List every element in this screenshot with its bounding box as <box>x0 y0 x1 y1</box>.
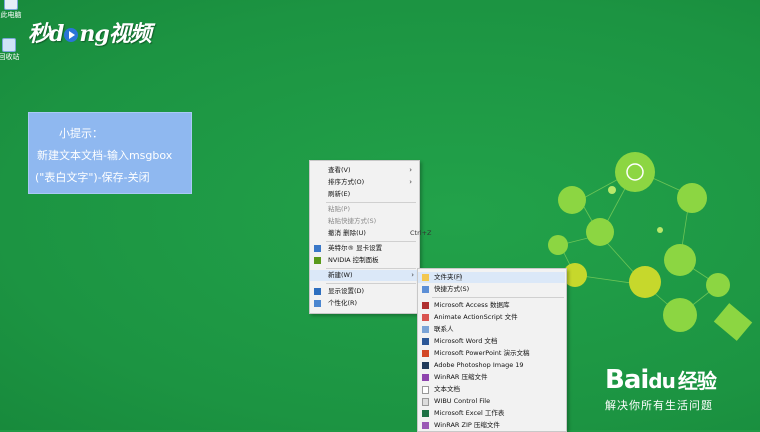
desktop-background[interactable]: 此电脑 回收站 秒d ng视频 小提示： 新建文本文档-输入msgbox ("表白… <box>0 0 760 432</box>
chevron-right-icon: › <box>411 271 414 279</box>
paw-icon: du <box>648 369 676 393</box>
bulb-node <box>629 266 661 298</box>
tip-line-1: 新建文本文档-输入msgbox <box>37 149 173 162</box>
bulb-node <box>677 183 707 213</box>
lightbulb-illustration <box>548 152 753 341</box>
menu-item-view[interactable]: 查看(V) › <box>328 165 416 176</box>
tip-line-2: ("表白文字")-保存-关闭 <box>35 171 150 184</box>
watermark-text: 视频 <box>108 21 152 47</box>
excel-icon <box>422 410 429 417</box>
nvidia-icon <box>314 257 321 264</box>
bulb-node <box>615 152 655 192</box>
desktop-context-menu: 查看(V) › 排序方式(O) › 刷新(E) 粘贴(P) 粘贴快捷方式(S) 撤消… <box>309 160 431 314</box>
display-settings-icon <box>314 288 321 295</box>
submenu-item-word[interactable]: Microsoft Word 文档 <box>418 336 565 347</box>
folder-icon <box>422 274 429 281</box>
wibu-icon <box>422 398 429 406</box>
menu-item-nvidia[interactable]: NVIDIA 控制面板 <box>310 255 418 266</box>
menu-separator <box>326 268 416 269</box>
submenu-item-text-document[interactable]: 文本文档 <box>418 384 565 395</box>
desktop-icon-label: 此电脑 <box>0 11 22 19</box>
desktop-icon-this-pc[interactable]: 此电脑 <box>0 0 28 19</box>
menu-separator <box>326 283 416 284</box>
access-icon <box>422 302 429 309</box>
submenu-item-folder[interactable]: 文件夹(F) <box>418 272 565 283</box>
personalize-icon <box>314 300 321 307</box>
recycle-bin-icon <box>2 38 16 52</box>
submenu-item-access[interactable]: Microsoft Access 数据库 <box>418 300 565 311</box>
desktop-icon-recycle-bin[interactable]: 回收站 <box>0 38 26 61</box>
winrar-icon <box>422 374 429 381</box>
menu-separator <box>432 297 564 298</box>
winrar-zip-icon <box>422 422 429 429</box>
video-watermark-logo: 秒d ng视频 <box>28 16 152 48</box>
bulb-node <box>558 186 586 214</box>
bulb-base <box>713 303 753 341</box>
submenu-item-shortcut[interactable]: 快捷方式(S) <box>418 284 565 295</box>
menu-item-undo-delete[interactable]: 撤消 删除(U) Ctrl+Z <box>328 228 431 239</box>
mouse-cursor-icon: ☝ <box>456 273 463 284</box>
tip-box: 小提示： 新建文本文档-输入msgbox ("表白文字")-保存-关闭 <box>28 112 192 194</box>
shortcut-icon <box>422 286 429 293</box>
bulb-node <box>548 235 568 255</box>
submenu-item-photoshop[interactable]: Adobe Photoshop Image 19 <box>418 360 565 371</box>
menu-item-intel-graphics[interactable]: 英特尔® 显卡设置 <box>310 243 418 254</box>
menu-item-display-settings[interactable]: 显示设置(D) <box>310 286 418 297</box>
text-document-icon <box>422 386 429 394</box>
chevron-right-icon: › <box>409 178 412 186</box>
play-icon <box>64 28 79 42</box>
submenu-item-winrar-zip[interactable]: WinRAR ZIP 压缩文件 <box>418 420 565 431</box>
shortcut-text: Ctrl+Z <box>410 229 432 237</box>
watermark-text: ng <box>79 21 109 47</box>
submenu-item-powerpoint[interactable]: Microsoft PowerPoint 演示文稿 <box>418 348 565 359</box>
baidu-jingyan-watermark: Baidu 经验 解决你所有生活问题 <box>605 365 717 413</box>
powerpoint-icon <box>422 350 429 357</box>
watermark-text: 秒 <box>28 21 50 47</box>
menu-item-paste[interactable]: 粘贴(P) <box>328 204 350 215</box>
desktop-icon-label: 回收站 <box>0 53 20 61</box>
baidu-logo-text: Bai <box>605 365 649 395</box>
chevron-right-icon: › <box>409 166 412 174</box>
menu-item-paste-shortcut[interactable]: 粘贴快捷方式(S) <box>328 216 376 227</box>
menu-item-refresh[interactable]: 刷新(E) <box>328 189 350 200</box>
submenu-item-wibu[interactable]: WIBU Control File <box>418 396 565 407</box>
actionscript-icon <box>422 314 429 321</box>
new-submenu: 文件夹(F) 快捷方式(S) Microsoft Access 数据库 Anim… <box>417 268 567 432</box>
submenu-item-winrar[interactable]: WinRAR 压缩文件 <box>418 372 565 383</box>
watermark-text: d <box>49 21 64 47</box>
bulb-node <box>663 298 697 332</box>
submenu-item-actionscript[interactable]: Animate ActionScript 文件 <box>418 312 565 323</box>
bulb-node <box>664 244 696 276</box>
menu-separator <box>326 202 416 203</box>
baidu-logo-text-2: 经验 <box>677 369 717 393</box>
menu-item-new[interactable]: 新建(W) › <box>310 270 418 281</box>
computer-icon <box>4 0 18 10</box>
menu-separator <box>326 241 416 242</box>
photoshop-icon <box>422 362 429 369</box>
menu-item-personalize[interactable]: 个性化(R) <box>310 298 418 309</box>
tip-title: 小提示： <box>59 127 103 140</box>
intel-graphics-icon <box>314 245 321 252</box>
word-icon <box>422 338 429 345</box>
contact-icon <box>422 326 429 333</box>
bulb-node <box>586 218 614 246</box>
submenu-item-excel[interactable]: Microsoft Excel 工作表 <box>418 408 565 419</box>
baidu-slogan: 解决你所有生活问题 <box>605 399 713 412</box>
submenu-item-contact[interactable]: 联系人 <box>418 324 565 335</box>
bulb-node <box>706 273 730 297</box>
menu-item-sort-by[interactable]: 排序方式(O) › <box>328 177 416 188</box>
